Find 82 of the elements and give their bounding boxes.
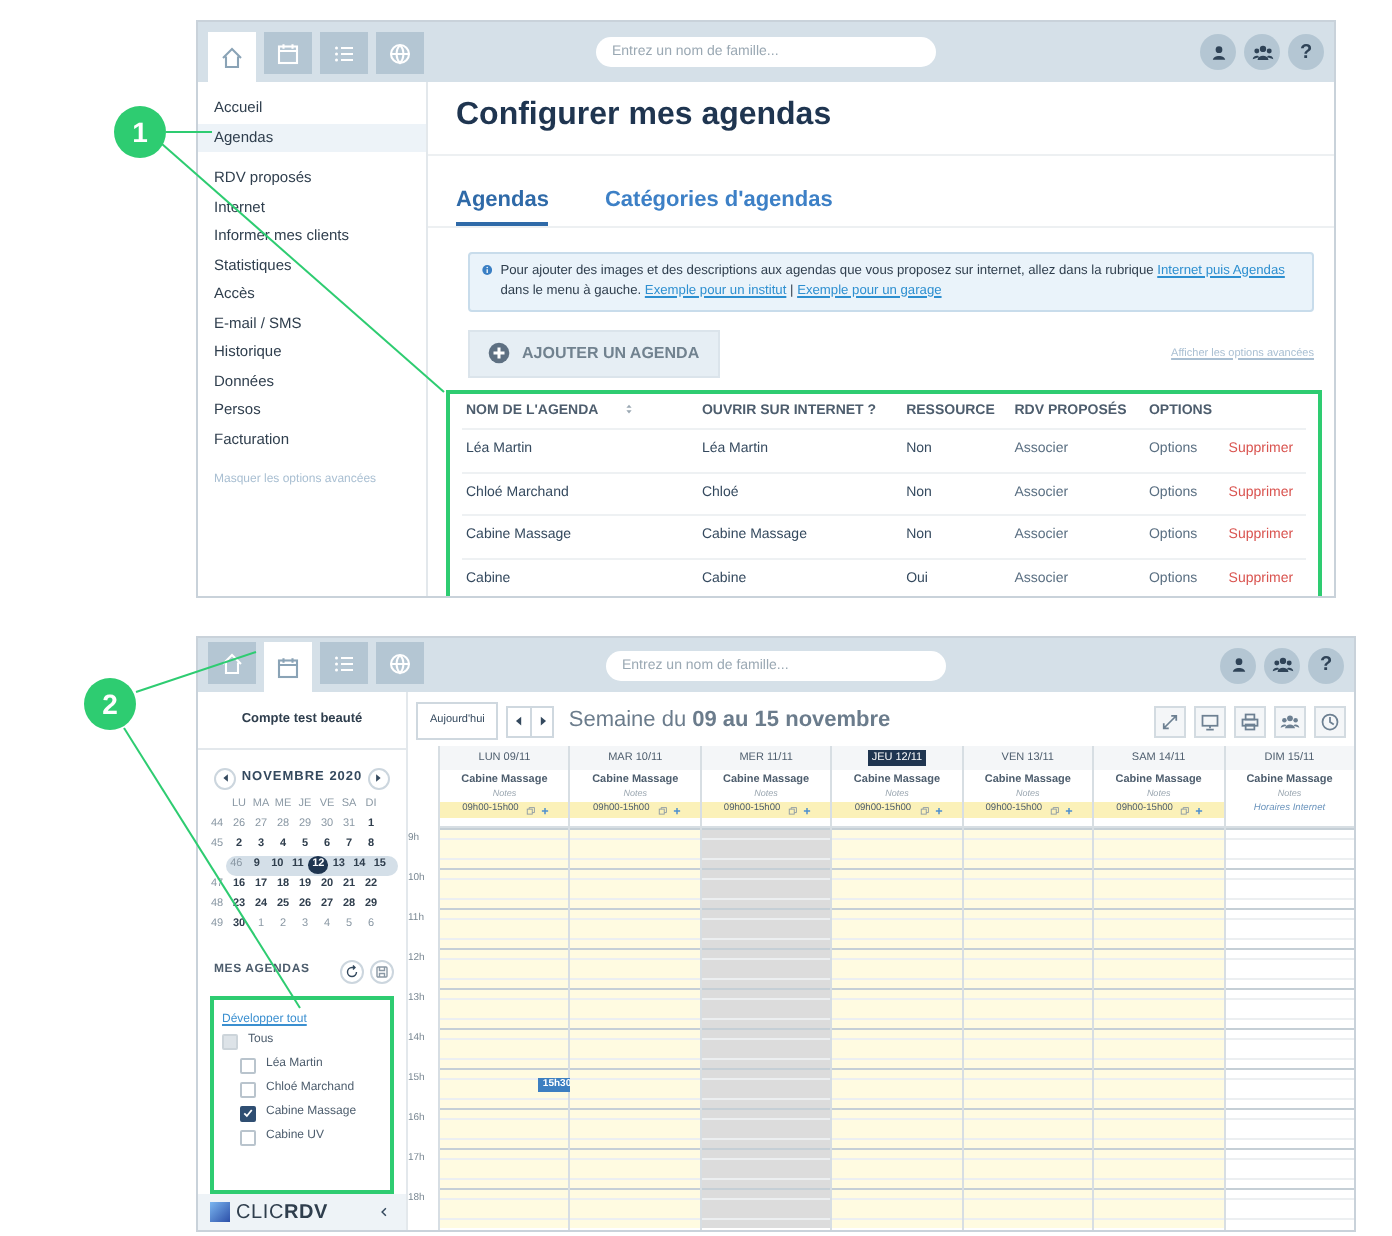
page-title: Configurer mes agendas: [428, 82, 1334, 157]
calendar-icon: [276, 655, 300, 679]
right-arrow-icon: [535, 714, 550, 728]
monitor-icon: [1200, 711, 1220, 731]
group-button[interactable]: [1244, 34, 1280, 70]
plus-icon: [802, 805, 813, 815]
list-icon: [332, 651, 356, 675]
day-column[interactable]: [963, 828, 1093, 1228]
globe-icon: [388, 651, 412, 675]
right-arrow-icon: [372, 772, 385, 785]
group-icon: [1251, 41, 1273, 63]
info-icon: [482, 261, 493, 278]
nav-tab[interactable]: [376, 32, 424, 74]
plus-icon: [671, 805, 682, 815]
user-button[interactable]: [1220, 647, 1256, 683]
section-tab[interactable]: Agendas: [456, 184, 549, 226]
day-column[interactable]: [570, 828, 700, 1228]
nav-tab[interactable]: [320, 32, 368, 74]
week-title: Semaine du 09 au 15 novembre: [568, 706, 891, 737]
help-button[interactable]: ?: [1308, 647, 1344, 683]
group-icon: [1271, 654, 1293, 676]
list-icon: [332, 41, 356, 65]
plus-icon: [540, 805, 551, 815]
day-column[interactable]: [440, 828, 569, 1228]
globe-icon: [388, 41, 412, 65]
group-button[interactable]: [1264, 647, 1300, 683]
day-column[interactable]: [832, 828, 962, 1228]
nav-tab[interactable]: [264, 32, 312, 74]
user-icon: [1229, 656, 1247, 674]
chevron-left-icon: [377, 1206, 389, 1218]
user-button[interactable]: [1200, 34, 1236, 70]
nav-tab[interactable]: [264, 642, 312, 692]
check-icon: [242, 1106, 254, 1121]
checkbox[interactable]: [240, 1057, 256, 1074]
copy-icon: [526, 805, 537, 815]
nav-tab[interactable]: [376, 642, 424, 684]
user-icon: [1209, 43, 1227, 61]
nav-tab[interactable]: [208, 32, 256, 82]
print-icon: [1240, 711, 1260, 731]
home-icon: [220, 45, 244, 69]
copy-icon: [1050, 805, 1061, 815]
help-button[interactable]: ?: [1288, 34, 1324, 70]
logo-icon: [210, 1202, 230, 1222]
refresh-button[interactable]: [340, 959, 364, 984]
plus-icon: [1064, 805, 1075, 815]
copy-icon: [919, 805, 930, 815]
history-button[interactable]: [1314, 705, 1346, 737]
plus-icon: [933, 805, 944, 815]
day-column[interactable]: [701, 828, 831, 1228]
previous-month-button[interactable]: [214, 767, 236, 790]
print-button[interactable]: [1234, 705, 1266, 737]
plus-icon: [1194, 805, 1205, 815]
plus-icon: [488, 342, 510, 365]
section-tab[interactable]: Catégories d'agendas: [604, 184, 833, 226]
left-arrow-icon: [219, 772, 231, 785]
home-icon: [220, 651, 244, 675]
display-button[interactable]: [1194, 705, 1226, 737]
expand-icon: [1160, 711, 1180, 731]
nav-tab[interactable]: [208, 642, 256, 684]
refresh-icon: [344, 963, 360, 980]
next-month-button[interactable]: [367, 767, 390, 790]
callout-number: 2: [84, 678, 136, 730]
nav-tab[interactable]: [320, 642, 368, 684]
copy-icon: [788, 805, 799, 815]
copy-icon: [1180, 805, 1191, 815]
day-column[interactable]: [1094, 828, 1224, 1228]
logo-text: CLICRDV: [236, 1199, 328, 1227]
checkbox[interactable]: [240, 1129, 256, 1146]
group-icon: [1280, 711, 1300, 731]
checkbox[interactable]: [240, 1105, 256, 1122]
copy-icon: [657, 805, 668, 815]
callout-number: 1: [114, 106, 166, 158]
leader-line: [165, 131, 213, 133]
leader-line: [135, 651, 257, 693]
sort-icon: [622, 402, 637, 417]
fullscreen-button[interactable]: [1154, 705, 1186, 737]
clock-icon: [1320, 711, 1340, 731]
checkbox[interactable]: [240, 1081, 256, 1098]
left-arrow-icon: [512, 714, 527, 728]
group-view-button[interactable]: [1274, 705, 1306, 737]
calendar-icon: [276, 41, 300, 65]
save-icon: [374, 963, 390, 980]
